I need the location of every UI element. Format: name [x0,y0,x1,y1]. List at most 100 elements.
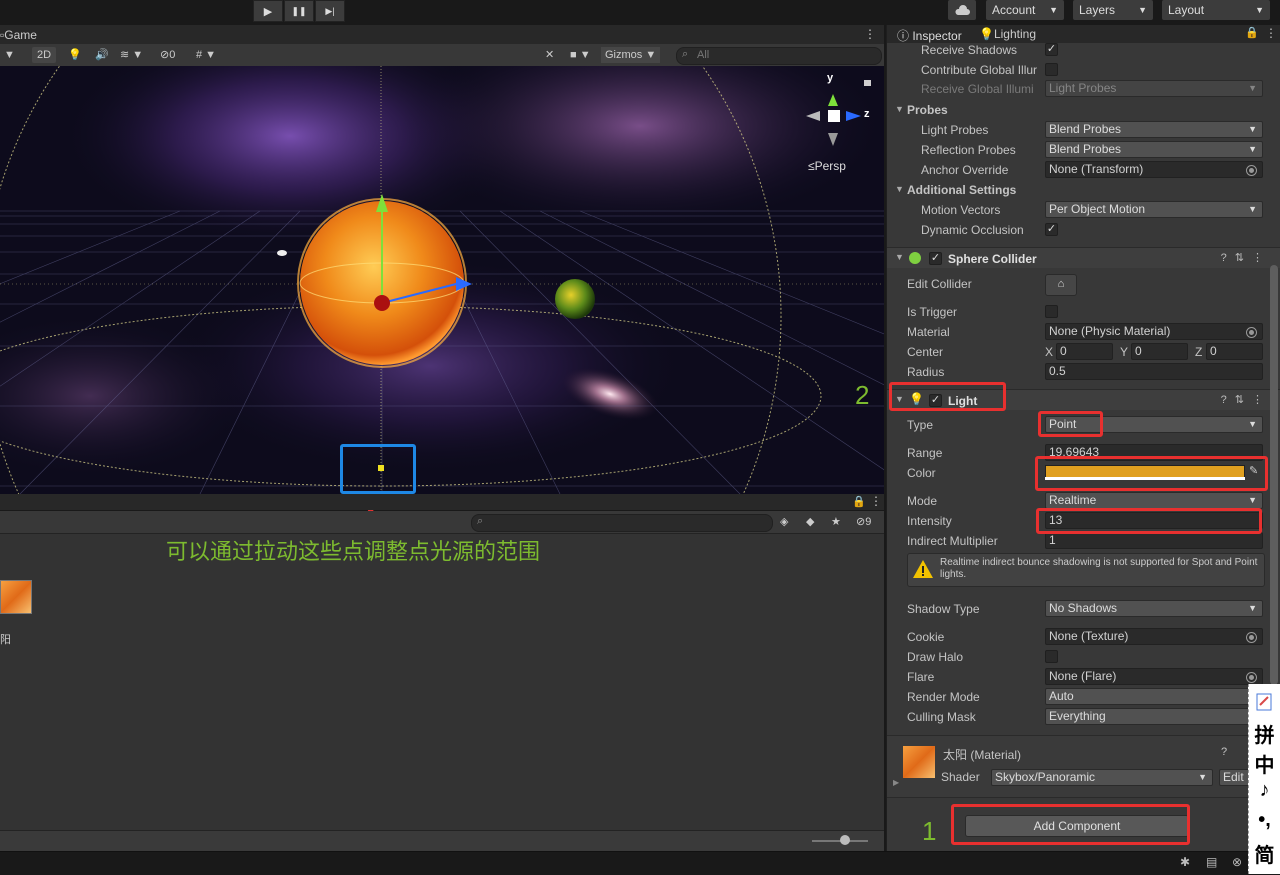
tools-icon[interactable]: ✕ [545,47,554,63]
2d-toggle[interactable]: 2D [32,47,57,63]
database-icon[interactable]: ▤ [1206,855,1217,869]
network-icon[interactable]: ⊗ [1232,855,1242,869]
camera-icon[interactable]: ■ ▼ [570,47,591,63]
sphere-collider-header[interactable]: ▼ ✓ Sphere Collider ?⇅⋮ [887,247,1280,268]
sphere-collider-icon [909,252,921,264]
sphere-collider-enabled-checkbox[interactable]: ✓ [929,252,942,265]
component-menu-icons[interactable]: ?⇅⋮ [1221,251,1271,264]
light-probes-dropdown[interactable]: Blend Probes ▼ [1045,121,1263,138]
object-picker-icon[interactable] [1246,165,1257,176]
scene-tabbar: ▫Game ⋮ [0,25,884,45]
play-button[interactable]: ▶ [253,0,283,22]
object-picker-icon[interactable] [1246,672,1257,683]
type-highlight [1038,411,1103,437]
cookie-field[interactable]: None (Texture) [1045,628,1263,645]
center-x-field[interactable]: 0 [1056,343,1113,360]
center-z-field[interactable]: 0 [1206,343,1263,360]
shadow-type-dropdown[interactable]: No Shadows ▼ [1045,600,1263,617]
flare-field[interactable]: None (Flare) [1045,668,1263,685]
lock-icon[interactable]: 🔒 [852,495,866,508]
zoom-slider[interactable] [840,835,850,845]
component-menu-icons[interactable]: ?⇅⋮ [1221,393,1271,406]
material-section: 太阳 (Material) Shader Skybox/Panoramic ▼ E… [887,735,1280,798]
light-mode-dropdown[interactable]: Realtime ▼ [1045,492,1263,509]
inspector-scrollbar[interactable] [1270,265,1278,685]
project-search-input[interactable]: ⌕ [471,514,773,532]
lock-icon[interactable] [864,80,871,86]
collider-material-field[interactable]: None (Physic Material) [1045,323,1263,340]
pause-button[interactable]: ❚❚ [284,0,314,22]
color-highlight [1035,456,1268,491]
shading-dropdown[interactable]: ▼ [4,47,15,63]
reflection-probes-dropdown[interactable]: Blend Probes ▼ [1045,141,1263,158]
account-dropdown[interactable]: Account ▼ [986,0,1064,20]
top-toolbar: ▶ ❚❚ ▶| Account ▼ Layers ▼ Layout ▼ [0,0,1280,24]
edit-collider-button[interactable]: ⌂ [1045,274,1077,296]
more-icon[interactable]: ⋮ [1265,26,1277,40]
grid-icon[interactable]: # ▼ [196,47,216,63]
inspector-panel: ⓘ Inspector 💡Lighting 🔒 ⋮ Receive Shadow… [886,25,1280,851]
cloud-icon [955,5,970,15]
annotation-number-1: 1 [922,816,937,846]
draw-halo-checkbox[interactable] [1045,650,1058,663]
ime-logo-icon[interactable] [1255,692,1275,712]
ime-chinese-mode[interactable]: 中 [1249,749,1280,777]
projection-label[interactable]: ≤Persp [808,159,846,173]
indirect-multiplier-field[interactable]: 1 [1045,532,1263,549]
x-axis-handle-icon[interactable] [374,295,390,311]
debug-icon[interactable]: ✱ [1180,855,1190,869]
more-icon[interactable]: ⋮ [864,27,876,41]
gizmos-dropdown[interactable]: Gizmos ▼ [601,47,661,63]
help-icon[interactable]: ? [1221,746,1227,758]
lock-icon[interactable]: 🔒 [1245,26,1259,39]
ime-pinyin[interactable]: 拼 [1249,719,1280,747]
sun-material-thumbnail[interactable] [0,580,32,614]
cloud-button[interactable] [948,0,976,20]
contribute-gi-checkbox[interactable] [1045,63,1058,76]
center-y-field[interactable]: 0 [1131,343,1188,360]
render-mode-dropdown[interactable]: Auto [1045,688,1263,705]
label-icon[interactable]: ◆ [806,514,814,530]
ime-punct-icon[interactable]: ♪ [1249,779,1280,805]
motion-vectors-dropdown[interactable]: Per Object Motion ▼ [1045,201,1263,218]
project-body: 可以通过拉动这些点调整点光源的范围 阳 [0,534,884,830]
audio-toggle-icon[interactable]: 🔊 [95,47,109,63]
is-trigger-checkbox[interactable] [1045,305,1058,318]
object-picker-icon[interactable] [1246,632,1257,643]
layers-dropdown[interactable]: Layers ▼ [1073,0,1153,20]
anchor-override-field[interactable]: None (Transform) [1045,161,1263,178]
planet-sphere[interactable] [555,279,595,319]
culling-mask-dropdown[interactable]: Everything [1045,708,1263,725]
material-preview [903,746,935,778]
search-icon: ⌕ [477,515,484,527]
project-toolbar: ⌕ ◈ ◆ ★ ⊘9 [0,511,884,534]
project-header: 🔒 ⋮ [0,494,884,510]
hidden-packages-icon[interactable]: ⊘9 [856,514,871,530]
shader-dropdown[interactable]: Skybox/Panoramic ▼ [991,769,1213,786]
intensity-highlight [1036,508,1262,534]
warning-box: Realtime indirect bounce shadowing is no… [907,553,1265,587]
object-picker-icon[interactable] [1246,327,1257,338]
scene-viewport[interactable]: y z ≤Persp [0,66,884,494]
hidden-objects-icon[interactable]: ⊘0 [160,47,175,63]
asset-label: 阳 [0,634,11,646]
step-button[interactable]: ▶| [315,0,345,22]
favorite-icon[interactable]: ★ [831,514,841,530]
filter-type-icon[interactable]: ◈ [780,514,788,530]
layout-dropdown[interactable]: Layout ▼ [1162,0,1270,20]
tab-lighting[interactable]: 💡Lighting [979,27,1036,41]
probes-foldout[interactable]: Probes [907,103,948,117]
tab-game[interactable]: ▫Game [0,28,37,42]
receive-shadows-checkbox[interactable]: ✓ [1045,43,1058,56]
more-icon[interactable]: ⋮ [870,494,882,508]
scene-search-input[interactable]: ⌕ All [676,47,882,65]
ime-symbol[interactable]: •, [1249,809,1280,835]
radius-field[interactable]: 0.5 [1045,363,1263,380]
warning-icon [913,560,933,578]
lighting-toggle-icon[interactable]: 💡 [68,47,82,63]
ime-simplified[interactable]: 简 [1249,839,1280,867]
dynamic-occlusion-checkbox[interactable]: ✓ [1045,223,1058,236]
additional-settings-foldout[interactable]: Additional Settings [907,183,1016,197]
scene-render [0,66,884,494]
effects-icon[interactable]: ≋ ▼ [120,47,143,63]
